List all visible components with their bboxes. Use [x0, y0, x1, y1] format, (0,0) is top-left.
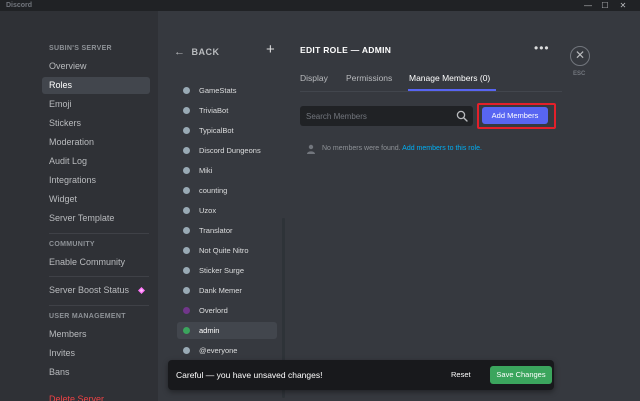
- more-options-button[interactable]: •••: [534, 41, 550, 55]
- sidebar-item-delete-server[interactable]: Delete Server: [42, 391, 150, 401]
- role-color-dot-icon: [183, 187, 190, 194]
- role-color-dot-icon: [183, 127, 190, 134]
- role-item[interactable]: counting: [177, 182, 277, 199]
- role-item[interactable]: Uzox: [177, 202, 277, 219]
- role-color-dot-icon: [183, 207, 190, 214]
- role-item[interactable]: Miki: [177, 162, 277, 179]
- role-name: Discord Dungeons: [199, 146, 261, 155]
- add-members-button[interactable]: Add Members: [482, 107, 548, 124]
- tab-divider: [300, 91, 562, 92]
- role-color-dot-icon: [183, 267, 190, 274]
- unsaved-changes-message: Careful — you have unsaved changes!: [176, 370, 323, 380]
- sidebar-item-stickers[interactable]: Stickers: [42, 115, 150, 132]
- role-name: admin: [199, 326, 220, 335]
- edit-role-panel: EDIT ROLE — ADMIN ••• ✕ ESC Display Perm…: [286, 11, 640, 401]
- sidebar-item-audit-log[interactable]: Audit Log: [42, 153, 150, 170]
- create-role-button[interactable]: +: [266, 41, 275, 58]
- sidebar-item-enable-community[interactable]: Enable Community: [42, 254, 150, 271]
- search-members-input[interactable]: [300, 106, 455, 126]
- app-name: Discord: [6, 2, 33, 9]
- role-name: Translator: [199, 226, 233, 235]
- sidebar-divider: [49, 276, 149, 277]
- title-bar: Discord — ☐ ✕: [0, 0, 640, 11]
- sidebar-item-members[interactable]: Members: [42, 326, 150, 343]
- role-name: Dank Memer: [199, 286, 242, 295]
- role-color-dot-icon: [183, 327, 190, 334]
- role-item[interactable]: Dank Memer: [177, 282, 277, 299]
- role-name: counting: [199, 186, 228, 195]
- role-color-dot-icon: [183, 307, 190, 314]
- role-item[interactable]: GameStats: [177, 82, 277, 99]
- role-name: Sticker Surge: [199, 266, 245, 275]
- role-color-dot-icon: [183, 227, 190, 234]
- minimize-button[interactable]: —: [581, 0, 595, 11]
- sidebar-item-invites[interactable]: Invites: [42, 345, 150, 362]
- role-name: GameStats: [199, 86, 237, 95]
- maximize-button[interactable]: ☐: [598, 0, 612, 11]
- sidebar-item-emoji[interactable]: Emoji: [42, 96, 150, 113]
- back-button[interactable]: ← BACK: [174, 46, 220, 58]
- sidebar-item-bans[interactable]: Bans: [42, 364, 150, 381]
- no-members-text: No members were found.: [322, 145, 401, 152]
- save-changes-button[interactable]: Save Changes: [490, 366, 552, 384]
- role-color-dot-icon: [183, 107, 190, 114]
- role-name: TriviaBot: [199, 106, 229, 115]
- sidebar-item-widget[interactable]: Widget: [42, 191, 150, 208]
- role-item[interactable]: TriviaBot: [177, 102, 277, 119]
- unsaved-changes-bar: Careful — you have unsaved changes! Rese…: [168, 360, 554, 390]
- role-item[interactable]: admin: [177, 322, 277, 339]
- settings-sidebar: SUBIN'S SERVER Overview Roles Emoji Stic…: [0, 11, 158, 401]
- back-label: BACK: [191, 47, 220, 57]
- role-item[interactable]: Not Quite Nitro: [177, 242, 277, 259]
- role-color-dot-icon: [183, 147, 190, 154]
- role-item[interactable]: Sticker Surge: [177, 262, 277, 279]
- tab-manage-members[interactable]: Manage Members (0): [409, 73, 490, 83]
- role-name: Uzox: [199, 206, 217, 215]
- role-item[interactable]: TypicalBot: [177, 122, 277, 139]
- sidebar-item-server-boost-status[interactable]: Server Boost Status: [42, 282, 150, 299]
- role-color-dot-icon: [183, 167, 190, 174]
- close-settings-button[interactable]: ✕: [570, 46, 590, 66]
- role-color-dot-icon: [183, 287, 190, 294]
- sidebar-item-moderation[interactable]: Moderation: [42, 134, 150, 151]
- roles-list-panel: ← BACK + GameStats TriviaBot TypicalBot Disc…: [158, 11, 286, 401]
- sidebar-divider: [49, 305, 149, 306]
- sidebar-item-roles[interactable]: Roles: [42, 77, 150, 94]
- role-name: Miki: [199, 166, 213, 175]
- server-header: SUBIN'S SERVER: [49, 45, 112, 52]
- tab-permissions[interactable]: Permissions: [346, 73, 392, 83]
- arrow-left-icon: ←: [174, 46, 186, 58]
- close-icon: ✕: [574, 48, 586, 62]
- sidebar-item-server-template[interactable]: Server Template: [42, 210, 150, 227]
- boost-gem-icon: [138, 287, 145, 294]
- role-item[interactable]: @everyone: [177, 342, 277, 359]
- search-members-field: [300, 106, 473, 126]
- sidebar-divider: [49, 233, 149, 234]
- tab-display[interactable]: Display: [300, 73, 328, 83]
- role-name: TypicalBot: [199, 126, 234, 135]
- role-color-dot-icon: [183, 347, 190, 354]
- role-color-dot-icon: [183, 247, 190, 254]
- search-icon: [456, 110, 468, 122]
- close-window-button[interactable]: ✕: [616, 0, 630, 11]
- role-color-dot-icon: [183, 87, 190, 94]
- edit-role-title: EDIT ROLE — ADMIN: [300, 45, 392, 55]
- role-item[interactable]: Discord Dungeons: [177, 142, 277, 159]
- add-members-link[interactable]: Add members to this role.: [402, 145, 482, 152]
- role-name: @everyone: [199, 346, 238, 355]
- user-management-header: USER MANAGEMENT: [49, 313, 126, 320]
- role-item[interactable]: Translator: [177, 222, 277, 239]
- role-name: Overlord: [199, 306, 228, 315]
- sidebar-item-integrations[interactable]: Integrations: [42, 172, 150, 189]
- role-name: Not Quite Nitro: [199, 246, 249, 255]
- empty-members-text-wrap: No members were found. Add members to th…: [322, 145, 482, 152]
- reset-button[interactable]: Reset: [451, 370, 471, 379]
- role-item[interactable]: Overlord: [177, 302, 277, 319]
- sidebar-item-overview[interactable]: Overview: [42, 58, 150, 75]
- esc-label: ESC: [573, 71, 586, 77]
- person-icon: [307, 144, 315, 154]
- community-header: COMMUNITY: [49, 241, 95, 248]
